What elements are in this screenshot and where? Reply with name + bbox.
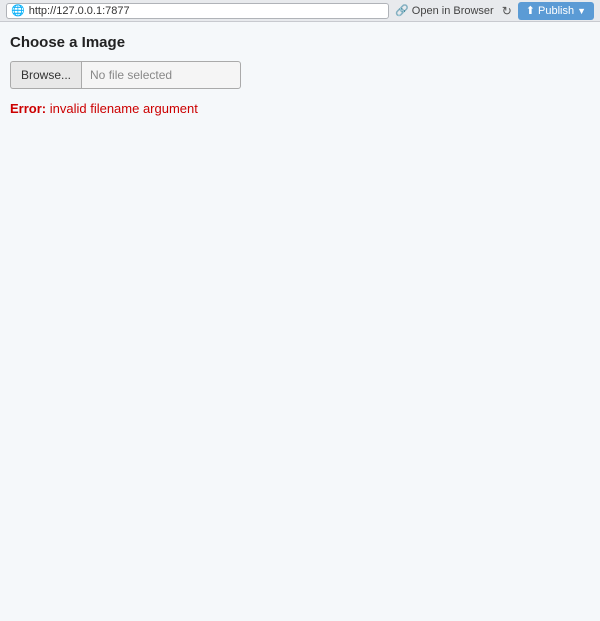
url-text: http://127.0.0.1:7877 <box>29 5 130 17</box>
open-in-browser-label: Open in Browser <box>412 5 494 17</box>
error-label: Error: <box>10 101 46 116</box>
page-title: Choose a Image <box>10 34 590 51</box>
publish-label: Publish <box>538 5 574 17</box>
browser-bar: 🌐 http://127.0.0.1:7877 🔗 Open in Browse… <box>0 0 600 22</box>
file-input-row: Browse... No file selected <box>10 61 590 89</box>
file-name-text: No file selected <box>90 68 172 82</box>
browse-button[interactable]: Browse... <box>10 61 81 89</box>
main-content: Choose a Image Browse... No file selecte… <box>0 22 600 621</box>
refresh-icon[interactable]: ↻ <box>502 4 512 18</box>
url-bar[interactable]: 🌐 http://127.0.0.1:7877 <box>6 3 389 19</box>
browser-actions: 🔗 Open in Browser ↻ <box>395 4 512 18</box>
error-message: Error: invalid filename argument <box>10 101 590 116</box>
publish-icon: ⬆ <box>526 4 535 17</box>
publish-button[interactable]: ⬆ Publish ▼ <box>518 2 594 20</box>
open-in-browser-button[interactable]: 🔗 Open in Browser <box>395 4 494 17</box>
file-name-display: No file selected <box>81 61 241 89</box>
external-link-icon: 🔗 <box>395 4 409 17</box>
publish-dropdown-icon: ▼ <box>577 6 586 16</box>
error-text: invalid filename argument <box>46 101 198 116</box>
globe-icon: 🌐 <box>11 4 25 17</box>
